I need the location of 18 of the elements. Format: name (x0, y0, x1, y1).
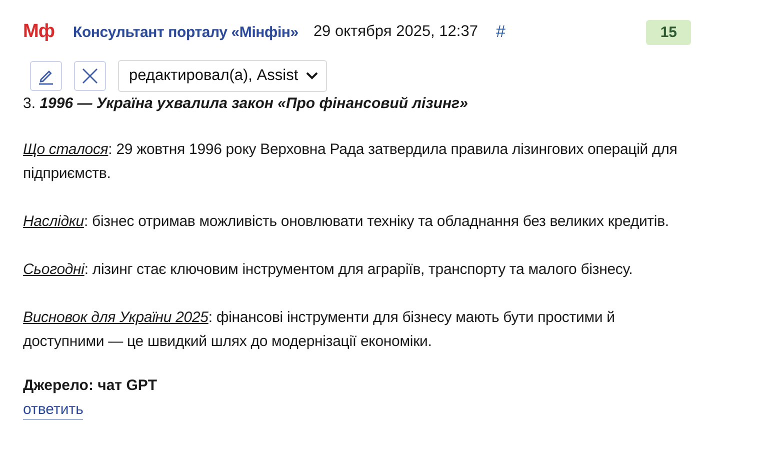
paragraph: Що сталося: 29 жовтня 1996 року Верховна Рада затвердила правила лізингових операцій для підприємств. (23, 140, 678, 184)
delete-button[interactable] (74, 61, 106, 91)
paragraph: Висновок для України 2025: фінансові інструменти для бізнесу мають бути простими й доступними — це швидкий шлях до модернізації економіки. (23, 308, 616, 352)
rating-badge: 15 (646, 20, 691, 44)
post-heading: 1996 — Україна ухвалила закон «Про фінансовий лізинг» (40, 95, 468, 112)
post-date: 29 октября 2025, 12:37 (313, 23, 478, 41)
permalink[interactable]: # (496, 22, 506, 42)
edit-button[interactable] (30, 61, 62, 91)
logo: Мф (23, 21, 56, 43)
paragraph: Наслідки: бізнес отримав можливість оновлювати техніку та обладнання без великих кредитів. (23, 212, 670, 232)
source-note: Джерело: чат GPT (23, 376, 158, 396)
close-icon (81, 67, 99, 85)
author-name[interactable]: Консультант порталу «Мінфін» (73, 24, 298, 40)
chevron-down-icon (306, 72, 318, 80)
item-number: 3. (23, 95, 36, 112)
paragraph: Сьогодні: лізинг стає ключовим інструментом для аграріїв, транспорту та малого бізнесу. (23, 260, 634, 280)
edit-history-dropdown[interactable]: редактировал(а), Assist (118, 60, 328, 92)
reply-link[interactable]: ответить (23, 401, 84, 420)
